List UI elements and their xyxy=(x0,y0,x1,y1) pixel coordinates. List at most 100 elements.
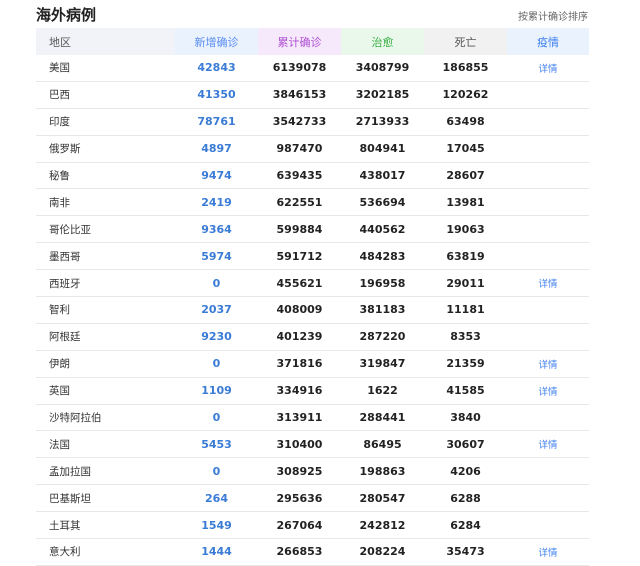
region-cell: 南非 xyxy=(36,188,175,217)
total-confirmed-cell: 591712 xyxy=(258,242,341,271)
detail-cell xyxy=(507,484,589,513)
cured-cell: 804941 xyxy=(341,135,424,163)
cured-cell: 438017 xyxy=(341,162,424,190)
column-header-total-confirmed: 累计确诊 xyxy=(258,28,341,55)
total-confirmed-cell: 401239 xyxy=(258,323,341,351)
region-cell: 孟加拉国 xyxy=(36,457,175,486)
table-row: 沙特阿拉伯 0 313911 288441 3840 xyxy=(36,404,589,432)
deaths-cell: 21359 xyxy=(424,350,507,378)
table-row: 孟加拉国 0 308925 198863 4206 xyxy=(36,457,589,486)
cured-cell: 484283 xyxy=(341,242,424,271)
total-confirmed-cell: 6139078 xyxy=(258,55,341,82)
deaths-cell: 120262 xyxy=(424,81,507,109)
column-header-deaths: 死亡 xyxy=(424,28,507,55)
deaths-cell: 13981 xyxy=(424,188,507,217)
sort-by-total-link[interactable]: 按累计确诊排序 xyxy=(518,8,588,23)
detail-cell: 详情 xyxy=(507,377,589,405)
new-confirmed-cell: 264 xyxy=(175,484,258,513)
cured-cell: 2713933 xyxy=(341,108,424,136)
region-cell: 智利 xyxy=(36,296,175,324)
total-confirmed-cell: 313911 xyxy=(258,404,341,432)
deaths-cell: 30607 xyxy=(424,430,507,459)
table-row: 巴西 41350 3846153 3202185 120262 xyxy=(36,81,589,109)
detail-cell xyxy=(507,404,589,432)
detail-cell xyxy=(507,162,589,190)
detail-cell: 详情 xyxy=(507,350,589,378)
region-cell: 俄罗斯 xyxy=(36,135,175,163)
total-confirmed-cell: 308925 xyxy=(258,457,341,486)
detail-cell xyxy=(507,511,589,540)
table-row: 俄罗斯 4897 987470 804941 17045 xyxy=(36,135,589,163)
detail-cell xyxy=(507,188,589,217)
section-header: 海外病例 按累计确诊排序 xyxy=(0,0,640,28)
total-confirmed-cell: 267064 xyxy=(258,511,341,540)
region-cell: 沙特阿拉伯 xyxy=(36,404,175,432)
detail-cell xyxy=(507,457,589,486)
detail-cell xyxy=(507,108,589,136)
region-cell: 墨西哥 xyxy=(36,242,175,271)
deaths-cell: 41585 xyxy=(424,377,507,405)
new-confirmed-cell: 9364 xyxy=(175,215,258,244)
detail-cell xyxy=(507,296,589,324)
detail-link[interactable]: 详情 xyxy=(538,279,557,290)
table-row: 智利 2037 408009 381183 11181 xyxy=(36,296,589,324)
new-confirmed-cell: 5974 xyxy=(175,242,258,271)
detail-link[interactable]: 详情 xyxy=(538,64,557,75)
deaths-cell: 29011 xyxy=(424,269,507,298)
total-confirmed-cell: 987470 xyxy=(258,135,341,163)
table-header-row: 地区 新增确诊 累计确诊 治愈 死亡 疫情 xyxy=(36,28,589,55)
cured-cell: 242812 xyxy=(341,511,424,540)
deaths-cell: 186855 xyxy=(424,55,507,82)
detail-cell: 详情 xyxy=(507,55,589,82)
deaths-cell: 8353 xyxy=(424,323,507,351)
new-confirmed-cell: 0 xyxy=(175,350,258,378)
detail-cell xyxy=(507,242,589,271)
detail-link[interactable]: 详情 xyxy=(538,440,557,451)
deaths-cell: 6288 xyxy=(424,484,507,513)
deaths-cell: 63819 xyxy=(424,242,507,271)
detail-cell xyxy=(507,215,589,244)
table-row: 土耳其 1549 267064 242812 6284 xyxy=(36,511,589,540)
total-confirmed-cell: 334916 xyxy=(258,377,341,405)
detail-cell: 详情 xyxy=(507,269,589,298)
column-header-cured: 治愈 xyxy=(341,28,424,55)
cured-cell: 1622 xyxy=(341,377,424,405)
region-cell: 巴基斯坦 xyxy=(36,484,175,513)
total-confirmed-cell: 310400 xyxy=(258,430,341,459)
deaths-cell: 3840 xyxy=(424,404,507,432)
detail-cell xyxy=(507,81,589,109)
new-confirmed-cell: 41350 xyxy=(175,81,258,109)
total-confirmed-cell: 371816 xyxy=(258,350,341,378)
table-row: 南非 2419 622551 536694 13981 xyxy=(36,188,589,217)
cured-cell: 3408799 xyxy=(341,55,424,82)
total-confirmed-cell: 455621 xyxy=(258,269,341,298)
detail-link[interactable]: 详情 xyxy=(538,548,557,559)
new-confirmed-cell: 9474 xyxy=(175,162,258,190)
new-confirmed-cell: 1109 xyxy=(175,377,258,405)
detail-link[interactable]: 详情 xyxy=(538,387,557,398)
table-row: 阿根廷 9230 401239 287220 8353 xyxy=(36,323,589,351)
section-title: 海外病例 xyxy=(36,6,97,24)
new-confirmed-cell: 42843 xyxy=(175,55,258,82)
cured-cell: 86495 xyxy=(341,430,424,459)
total-confirmed-cell: 639435 xyxy=(258,162,341,190)
total-confirmed-cell: 3846153 xyxy=(258,81,341,109)
table-row: 法国 5453 310400 86495 30607 详情 xyxy=(36,430,589,459)
region-cell: 西班牙 xyxy=(36,269,175,298)
total-confirmed-cell: 408009 xyxy=(258,296,341,324)
cured-cell: 280547 xyxy=(341,484,424,513)
detail-link[interactable]: 详情 xyxy=(538,360,557,371)
region-cell: 法国 xyxy=(36,430,175,459)
new-confirmed-cell: 1549 xyxy=(175,511,258,540)
table-row: 哥伦比亚 9364 599884 440562 19063 xyxy=(36,215,589,244)
region-cell: 阿根廷 xyxy=(36,323,175,351)
cured-cell: 198863 xyxy=(341,457,424,486)
overseas-cases-table: 地区 新增确诊 累计确诊 治愈 死亡 疫情 美国 42843 6139078 3408… xyxy=(36,28,589,566)
deaths-cell: 11181 xyxy=(424,296,507,324)
table-row: 美国 42843 6139078 3408799 186855 详情 xyxy=(36,55,589,82)
total-confirmed-cell: 295636 xyxy=(258,484,341,513)
new-confirmed-cell: 2037 xyxy=(175,296,258,324)
detail-cell xyxy=(507,323,589,351)
cured-cell: 3202185 xyxy=(341,81,424,109)
deaths-cell: 4206 xyxy=(424,457,507,486)
